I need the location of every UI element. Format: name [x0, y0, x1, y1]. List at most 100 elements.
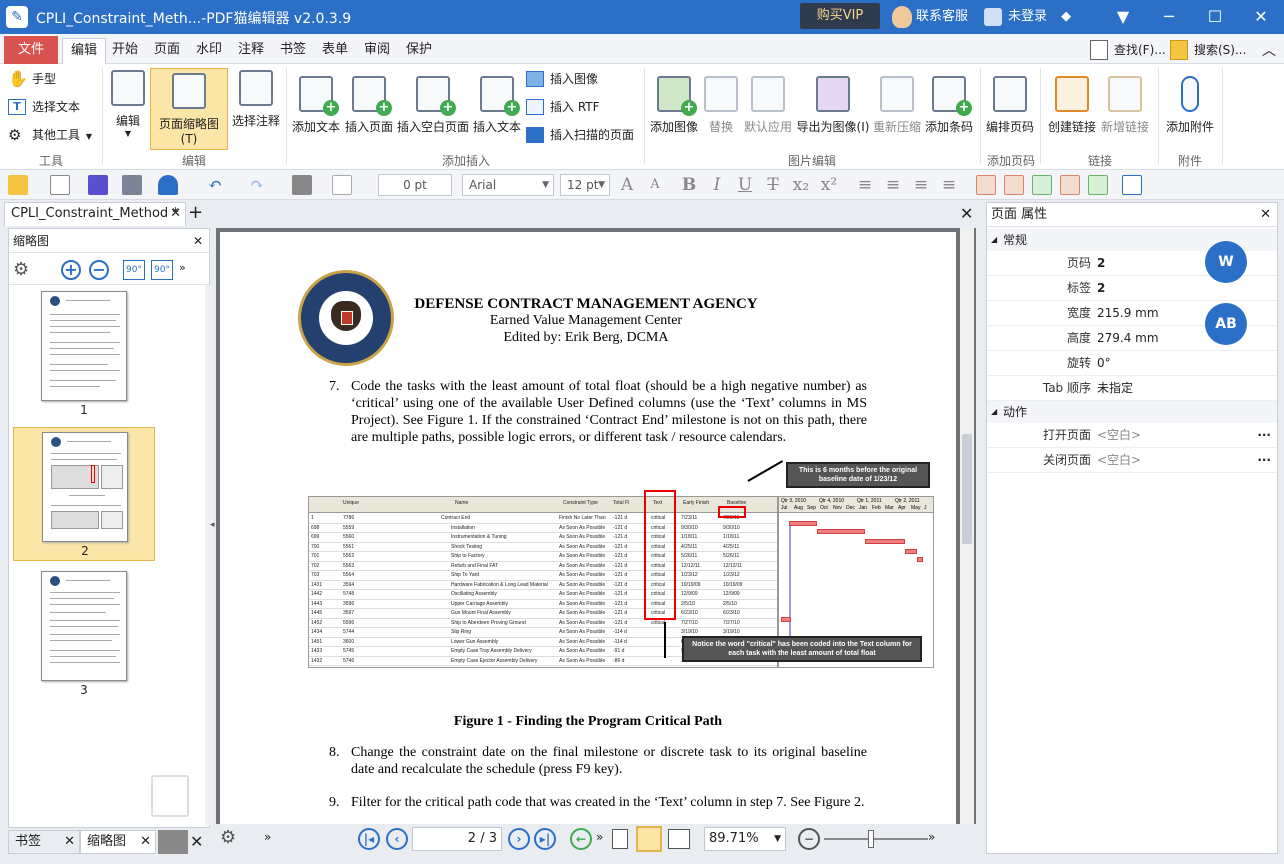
zoom-slider-handle[interactable] [868, 830, 874, 848]
tab-protect[interactable]: 保护 [398, 38, 440, 64]
align-right-icon[interactable]: ≡ [910, 174, 932, 196]
redo-icon[interactable]: ↷ [246, 174, 268, 196]
tab-start[interactable]: 开始 [104, 38, 146, 64]
go-back-icon[interactable]: ← [570, 828, 592, 850]
edit-button[interactable]: 编辑 ▼ [106, 70, 150, 148]
previous-page-icon[interactable]: ‹ [386, 828, 408, 850]
insert-image-button[interactable]: 插入图像 [524, 68, 598, 90]
close-panel-icon[interactable]: ✕ [193, 229, 203, 253]
continuous-view-icon[interactable] [636, 826, 662, 852]
rotate-left-icon[interactable]: 90° [123, 260, 145, 280]
more-dots-icon[interactable]: ··· [1257, 448, 1271, 472]
text-style-icon[interactable] [976, 175, 996, 195]
add-text-button[interactable]: + 添加文本 [290, 76, 342, 148]
tab-watermark[interactable]: 水印 [188, 38, 230, 64]
insert-page-button[interactable]: + 插入页面 [344, 76, 394, 148]
italic-icon[interactable]: I [706, 174, 728, 196]
file-menu[interactable]: 文件 [4, 36, 58, 64]
replace-image-button[interactable]: 替换 [704, 76, 738, 148]
add-attachment-button[interactable]: 添加附件 [1162, 76, 1218, 148]
more-options-icon[interactable]: » [928, 830, 935, 844]
contact-service-button[interactable]: 联系客服 [892, 4, 968, 30]
text-check-icon[interactable] [1032, 175, 1052, 195]
login-button[interactable]: 未登录 ◆ [984, 4, 1071, 30]
tab-bookmark[interactable]: 书签 [272, 38, 314, 64]
close-left-panel-icon[interactable]: ✕ [190, 832, 203, 851]
close-document-icon[interactable]: ✕ [960, 204, 973, 223]
export-image-button[interactable]: 导出为图像(I) [796, 76, 870, 148]
first-page-icon[interactable]: |◂ [358, 828, 380, 850]
thumbnail-page-3[interactable]: 3 [13, 567, 155, 701]
font-grow-icon[interactable]: A [616, 174, 638, 196]
close-panel-icon[interactable]: ✕ [1260, 203, 1271, 227]
zoom-in-icon[interactable]: + [61, 260, 81, 280]
bates-numbering-button[interactable]: 编排页码 [984, 76, 1036, 148]
prop-open-page-action[interactable]: 打开页面 <空白> ··· [987, 423, 1277, 448]
settings-gear-icon[interactable]: ⚙ [13, 259, 29, 280]
text-style-2-icon[interactable] [1004, 175, 1024, 195]
ribbon-collapse-icon[interactable]: ▼ [1100, 0, 1146, 34]
tab-bookmarks[interactable]: 书签 ✕ [8, 830, 80, 854]
maximize-button[interactable]: ☐ [1192, 0, 1238, 34]
document-scrollbar[interactable] [960, 228, 974, 824]
tab-page[interactable]: 页面 [146, 38, 188, 64]
find-button[interactable]: 查找(F)... [1090, 39, 1166, 61]
pdf-page[interactable]: DEFENSE CONTRACT MANAGEMENT AGENCY Earne… [220, 232, 956, 824]
tab-form[interactable]: 表单 [314, 38, 356, 64]
new-tab-button[interactable]: + [188, 204, 203, 222]
undo-icon[interactable]: ↶ [204, 174, 226, 196]
font-size-select[interactable]: 12 pt ▼ [560, 174, 610, 196]
underline-icon[interactable]: U [734, 174, 756, 196]
insert-rtf-button[interactable]: 插入 RTF [524, 96, 600, 118]
new-document-icon[interactable] [50, 175, 70, 195]
more-options-icon[interactable]: » [264, 830, 271, 844]
align-justify-icon[interactable]: ≡ [938, 174, 960, 196]
bold-icon[interactable]: B [678, 174, 700, 196]
new-link-button[interactable]: 新增链接 [1098, 76, 1152, 148]
close-tab-icon[interactable]: ✕ [170, 203, 181, 225]
insert-scanned-page-button[interactable]: 插入扫描的页面 [524, 124, 634, 146]
print-icon[interactable] [122, 175, 142, 195]
more-dots-icon[interactable]: ··· [1257, 423, 1271, 447]
add-image-button[interactable]: + 添加图像 [648, 76, 700, 148]
superscript-icon[interactable]: x² [818, 174, 840, 196]
page-number-field[interactable]: 2 / 3 [412, 827, 502, 851]
align-left-icon[interactable]: ≡ [854, 174, 876, 196]
tab-thumbnails[interactable]: 缩略图 ✕ [80, 830, 156, 854]
document-viewport[interactable]: DEFENSE CONTRACT MANAGEMENT AGENCY Earne… [216, 228, 976, 824]
select-annotation-button[interactable]: 选择注释 [230, 70, 282, 148]
single-page-view-icon[interactable] [612, 829, 628, 849]
recompress-button[interactable]: 重新压缩 [872, 76, 922, 148]
translate-icon[interactable]: AB [1205, 303, 1247, 345]
open-folder-icon[interactable] [8, 175, 28, 195]
thumbnail-page-2[interactable]: 2 [13, 427, 155, 561]
view-settings-gear-icon[interactable]: ⚙ [220, 827, 236, 848]
create-link-button[interactable]: 创建链接 [1046, 76, 1098, 148]
zoom-level-select[interactable]: 89.71% ▼ [704, 827, 786, 851]
align-center-icon[interactable]: ≡ [882, 174, 904, 196]
line-width-field[interactable]: 0 pt [378, 174, 452, 196]
default-apply-button[interactable]: 默认应用 [742, 76, 794, 148]
next-page-icon[interactable]: › [508, 828, 530, 850]
tab-review[interactable]: 审阅 [356, 38, 398, 64]
more-options-icon[interactable]: » [179, 261, 186, 274]
insert-blank-page-button[interactable]: + 插入空白页面 [396, 76, 470, 148]
insert-text-button[interactable]: + 插入文本 [472, 76, 522, 148]
hand-tool-button[interactable]: ✋ 手型 [6, 68, 56, 90]
more-options-icon[interactable]: » [596, 830, 603, 844]
fill-color-icon[interactable] [292, 175, 312, 195]
font-family-select[interactable]: Arial ▼ [462, 174, 554, 196]
last-page-icon[interactable]: ▸| [534, 828, 556, 850]
page-thumbnail-button[interactable]: 页面缩略图(T) [150, 68, 228, 150]
text-copy-icon[interactable] [1060, 175, 1080, 195]
close-tab-icon[interactable]: ✕ [64, 831, 75, 853]
word-convert-icon[interactable]: W [1205, 241, 1247, 283]
two-page-view-icon[interactable] [668, 829, 690, 849]
buy-vip-button[interactable]: 购买VIP [800, 3, 880, 29]
scrollbar-thumb[interactable] [962, 434, 972, 544]
zoom-out-icon[interactable]: − [798, 828, 820, 850]
menu-collapse-icon[interactable]: ︿ [1262, 40, 1276, 60]
close-tab-icon[interactable]: ✕ [140, 831, 151, 853]
minimize-button[interactable]: ─ [1146, 0, 1192, 34]
border-color-icon[interactable] [332, 175, 352, 195]
